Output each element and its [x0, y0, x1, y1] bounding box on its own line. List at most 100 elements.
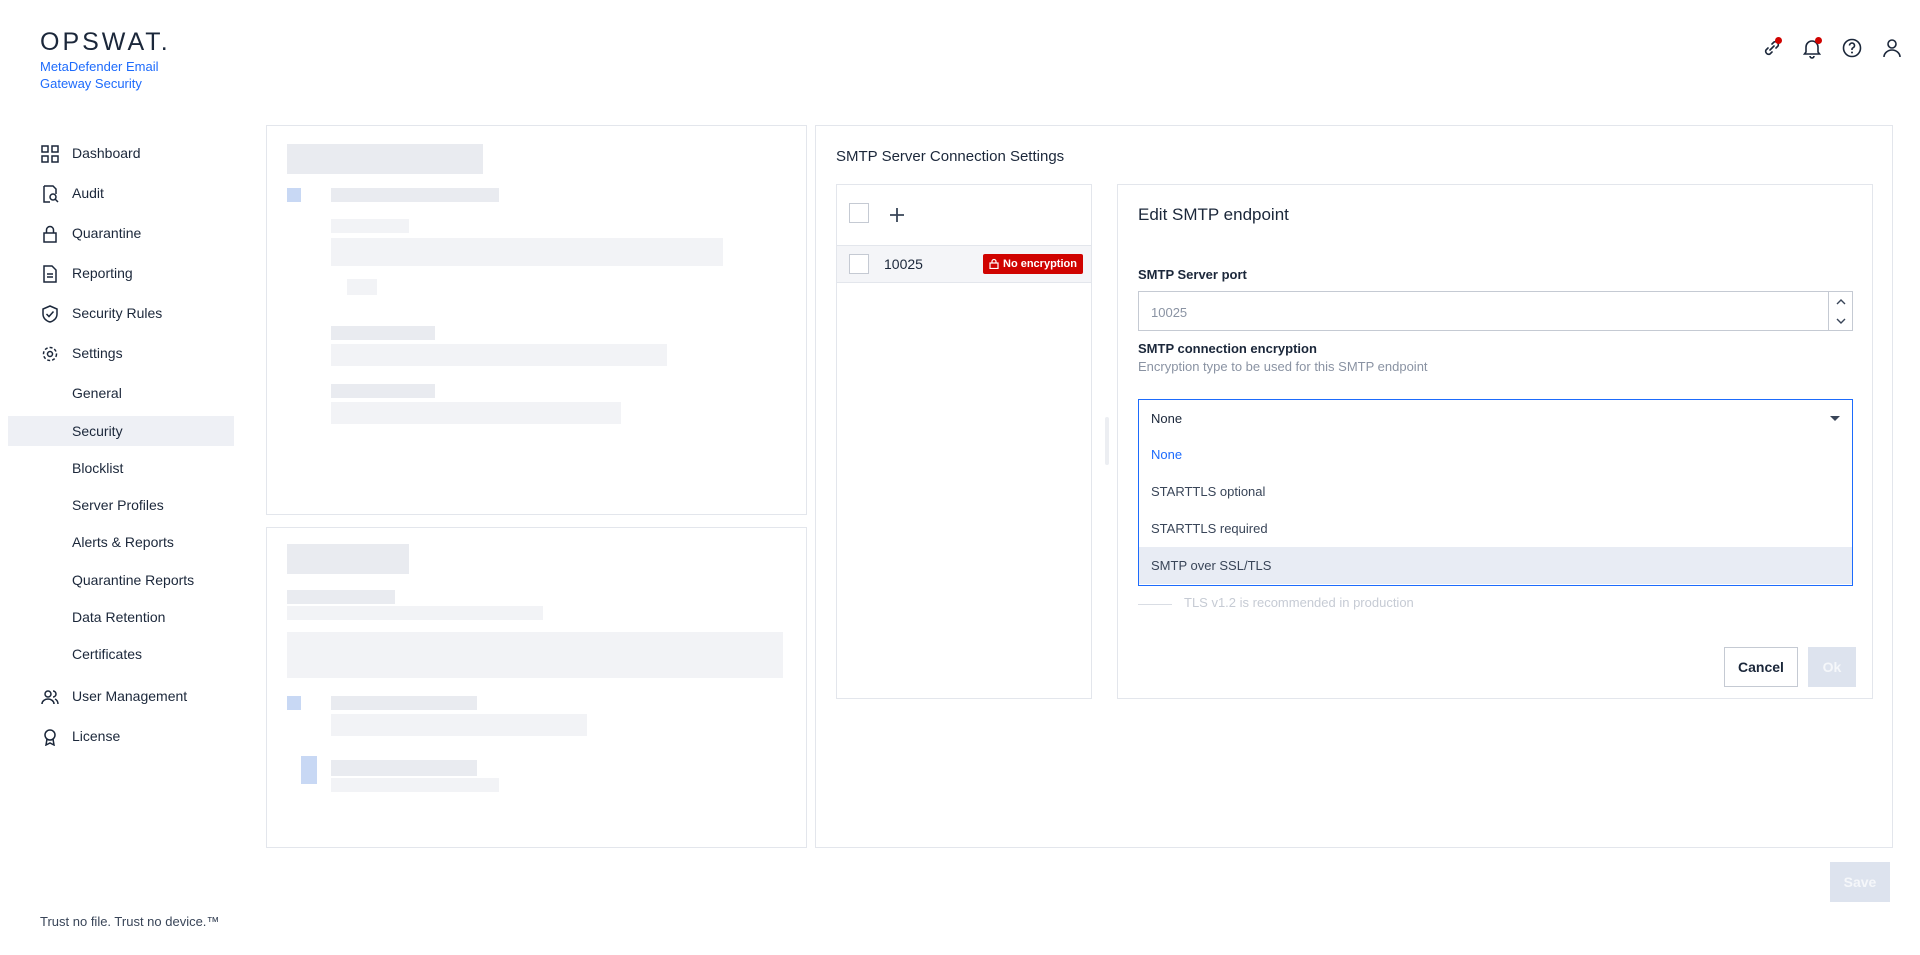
top-actions: [1760, 36, 1920, 60]
document-icon: [43, 265, 57, 283]
sidebar-item-label: Quarantine: [72, 225, 142, 241]
sidebar-subitem-server-profiles[interactable]: Server Profiles: [8, 490, 234, 520]
port-spinner: [1828, 292, 1852, 330]
port-input[interactable]: 10025: [1138, 291, 1853, 331]
sidebar-item-reporting[interactable]: Reporting: [8, 258, 234, 288]
sidebar-item-user-management[interactable]: User Management: [8, 681, 234, 711]
encryption-label: SMTP connection encryption: [1138, 341, 1317, 356]
sidebar-subitem-security[interactable]: Security: [8, 416, 234, 446]
sidebar-item-settings[interactable]: Settings: [8, 338, 234, 368]
option-smtp-over-ssl-tls[interactable]: SMTP over SSL/TLS: [1139, 547, 1852, 584]
gear-icon: [42, 346, 58, 362]
users-icon: [41, 690, 59, 705]
sidebar-subitem-label: General: [72, 385, 122, 401]
ok-button[interactable]: Ok: [1808, 647, 1856, 687]
sidebar-subitem-label: Security: [72, 423, 123, 439]
status-badge: No encryption: [983, 254, 1083, 274]
bell-icon[interactable]: [1800, 36, 1824, 60]
endpoint-row[interactable]: 10025 No encryption: [837, 245, 1091, 283]
hidden-field: [1138, 585, 1172, 605]
blurred-content: [287, 590, 395, 604]
sidebar-subitem-data-retention[interactable]: Data Retention: [8, 602, 234, 632]
chevron-up-icon: [1836, 298, 1845, 304]
sidebar-item-dashboard[interactable]: Dashboard: [8, 138, 234, 168]
user-icon[interactable]: [1880, 36, 1904, 60]
option-none[interactable]: None: [1139, 436, 1852, 473]
notification-dot: [1775, 37, 1782, 44]
notification-dot: [1815, 37, 1822, 44]
edit-endpoint-panel: Edit SMTP endpoint SMTP Server port 1002…: [1117, 184, 1873, 699]
lock-icon: [43, 225, 57, 243]
blurred-content: [287, 696, 301, 710]
blurred-content: [331, 402, 621, 424]
sidebar-subitem-label: Blocklist: [72, 460, 124, 476]
tls-hint: TLS v1.2 is recommended in production: [1184, 595, 1414, 610]
sidebar-item-label: Audit: [72, 185, 104, 201]
sidebar-subitem-general[interactable]: General: [8, 378, 234, 408]
blurred-content: [287, 606, 543, 620]
select-all-checkbox[interactable]: [849, 203, 869, 223]
audit-icon: [43, 185, 59, 203]
encryption-hint: Encryption type to be used for this SMTP…: [1138, 359, 1428, 374]
award-icon: [44, 729, 56, 746]
sidebar-item-security-rules[interactable]: Security Rules: [8, 298, 234, 328]
resize-handle[interactable]: [1105, 417, 1109, 465]
blurred-content: [331, 696, 477, 710]
decrement-button[interactable]: [1829, 311, 1852, 330]
blurred-content: [287, 632, 783, 678]
sidebar-subitem-alerts-reports[interactable]: Alerts & Reports: [8, 527, 234, 557]
sidebar-item-audit[interactable]: Audit: [8, 178, 234, 208]
sidebar-item-quarantine[interactable]: Quarantine: [8, 218, 234, 248]
encryption-select[interactable]: None: [1138, 399, 1853, 437]
sidebar-item-license[interactable]: License: [8, 721, 234, 751]
sidebar-item-label: Reporting: [72, 265, 133, 281]
blurred-content: [347, 279, 377, 295]
sidebar-item-label: Dashboard: [72, 145, 141, 161]
cancel-button[interactable]: Cancel: [1724, 647, 1798, 687]
blurred-panel-bottom: [266, 527, 807, 848]
blurred-content: [331, 219, 409, 233]
endpoint-port: 10025: [884, 256, 923, 272]
product-name: MetaDefender Email Gateway Security: [40, 59, 159, 91]
blurred-content: [287, 544, 409, 574]
port-value: 10025: [1151, 305, 1188, 320]
blurred-content: [331, 238, 723, 266]
caret-down-icon: [1830, 416, 1840, 421]
lock-icon: [989, 258, 999, 269]
increment-button[interactable]: [1829, 292, 1852, 311]
sidebar-subitem-blocklist[interactable]: Blocklist: [8, 453, 234, 483]
chevron-down-icon: [1836, 318, 1845, 324]
port-label: SMTP Server port: [1138, 267, 1247, 282]
sidebar-subitem-label: Certificates: [72, 646, 143, 662]
shield-check-icon: [42, 305, 58, 323]
opswat-logo[interactable]: OPSWAT.: [40, 28, 171, 57]
blurred-content: [331, 714, 587, 736]
help-icon[interactable]: [1840, 36, 1864, 60]
option-starttls-optional[interactable]: STARTTLS optional: [1139, 473, 1852, 510]
save-button[interactable]: Save: [1830, 862, 1890, 902]
sidebar-item-label: User Management: [72, 688, 188, 704]
sidebar-subitem-quarantine-reports[interactable]: Quarantine Reports: [8, 565, 234, 595]
blurred-content: [331, 384, 435, 398]
sidebar-subitem-label: Server Profiles: [72, 497, 164, 513]
blurred-content: [331, 760, 477, 776]
blurred-content: [331, 188, 499, 202]
sidebar-subitem-certificates[interactable]: Certificates: [8, 639, 234, 669]
sidebar-item-label: Settings: [72, 345, 123, 361]
sidebar-subitem-label: Quarantine Reports: [72, 572, 195, 588]
selected-value: None: [1151, 411, 1183, 426]
sidebar: OPSWAT. MetaDefender Email Gateway Secur…: [0, 0, 240, 955]
endpoint-list: 10025 No encryption: [836, 184, 1092, 699]
link-icon[interactable]: [1760, 36, 1784, 60]
option-starttls-required[interactable]: STARTTLS required: [1139, 510, 1852, 547]
blurred-content: [331, 344, 667, 366]
blurred-content: [287, 188, 301, 202]
blurred-content: [287, 144, 483, 174]
sidebar-subitem-label: Data Retention: [72, 609, 166, 625]
blurred-content: [331, 326, 435, 340]
edit-title: Edit SMTP endpoint: [1138, 205, 1289, 224]
encryption-dropdown: None STARTTLS optional STARTTLS required…: [1138, 436, 1853, 586]
add-icon[interactable]: [885, 203, 909, 227]
row-checkbox[interactable]: [849, 254, 869, 274]
blurred-panel-top: [266, 125, 807, 515]
